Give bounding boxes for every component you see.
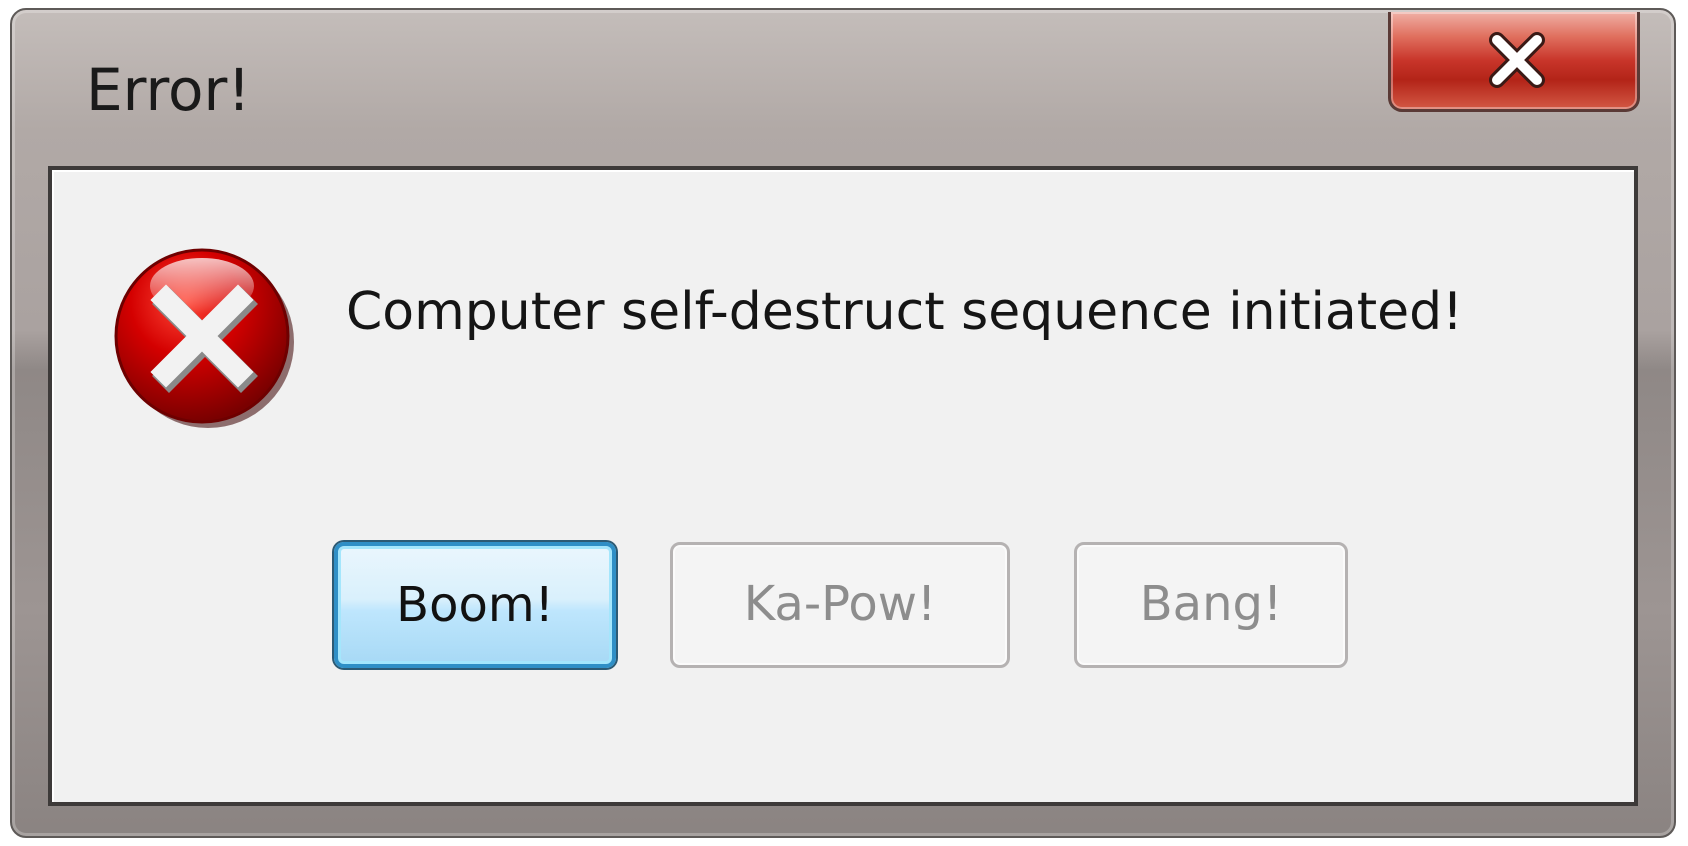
close-button[interactable]: [1388, 12, 1640, 112]
window-title: Error!: [86, 56, 251, 124]
boom-button[interactable]: Boom!: [334, 542, 616, 668]
bang-button[interactable]: Bang!: [1074, 542, 1348, 668]
ka-pow-button[interactable]: Ka-Pow!: [670, 542, 1010, 668]
error-dialog-window: Error! Computer self-destruct sequence i…: [10, 8, 1676, 838]
close-x-icon: [1489, 32, 1545, 88]
error-message: Computer self-destruct sequence initiate…: [346, 282, 1464, 342]
error-icon: [114, 248, 294, 428]
dialog-content: Computer self-destruct sequence initiate…: [48, 166, 1638, 806]
